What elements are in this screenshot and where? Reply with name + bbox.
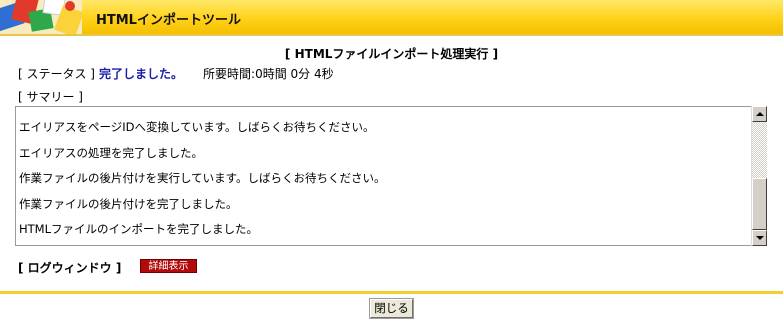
scroll-up-button[interactable] <box>752 106 767 122</box>
log-line: エイリアスの処理を完了しました。 <box>19 145 203 160</box>
scrollbar-thumb[interactable] <box>752 178 767 230</box>
status-label: [ ステータス ] <box>18 67 95 81</box>
app-logo-icon <box>0 0 82 34</box>
close-button[interactable]: 閉じる <box>370 299 413 318</box>
log-window-label: [ ログウィンドウ ] <box>18 261 122 275</box>
page-title: [ HTMLファイルインポート処理実行 ] <box>284 47 499 61</box>
scrollbar-track[interactable] <box>752 122 767 178</box>
app-title: HTMLインポートツール <box>96 13 241 28</box>
header-divider <box>0 34 783 36</box>
arrow-up-icon <box>756 112 764 116</box>
scroll-down-button[interactable] <box>752 230 767 246</box>
summary-log-lines: エイリアスをページIDへ変換しています。しばらくお待ちください。 エイリアスの処… <box>19 119 386 245</box>
log-line: 作業ファイルの後片付けを実行しています。しばらくお待ちください。 <box>19 171 386 185</box>
summary-scrollbar[interactable] <box>751 106 767 246</box>
log-line: エイリアスをページIDへ変換しています。しばらくお待ちください。 <box>19 120 375 134</box>
log-line: HTMLファイルのインポートを完了しました。 <box>19 222 258 236</box>
app-header: HTMLインポートツール <box>0 0 783 34</box>
status-row: [ ステータス ] 完了しました。 所要時間:0時間 0分 4秒 <box>18 65 334 82</box>
status-value: 完了しました。 <box>99 67 184 81</box>
summary-log-area[interactable]: エイリアスをページIDへ変換しています。しばらくお待ちください。 エイリアスの処… <box>15 106 767 246</box>
summary-label: [ サマリー ] <box>18 90 83 104</box>
arrow-down-icon <box>756 236 764 240</box>
log-line: 作業ファイルの後片付けを完了しました。 <box>19 196 238 211</box>
footer-divider <box>0 291 783 294</box>
detail-view-button[interactable]: 詳細表示 <box>140 259 197 273</box>
elapsed-value: 0時間 0分 4秒 <box>255 67 334 81</box>
elapsed-label: 所要時間: <box>203 67 256 81</box>
